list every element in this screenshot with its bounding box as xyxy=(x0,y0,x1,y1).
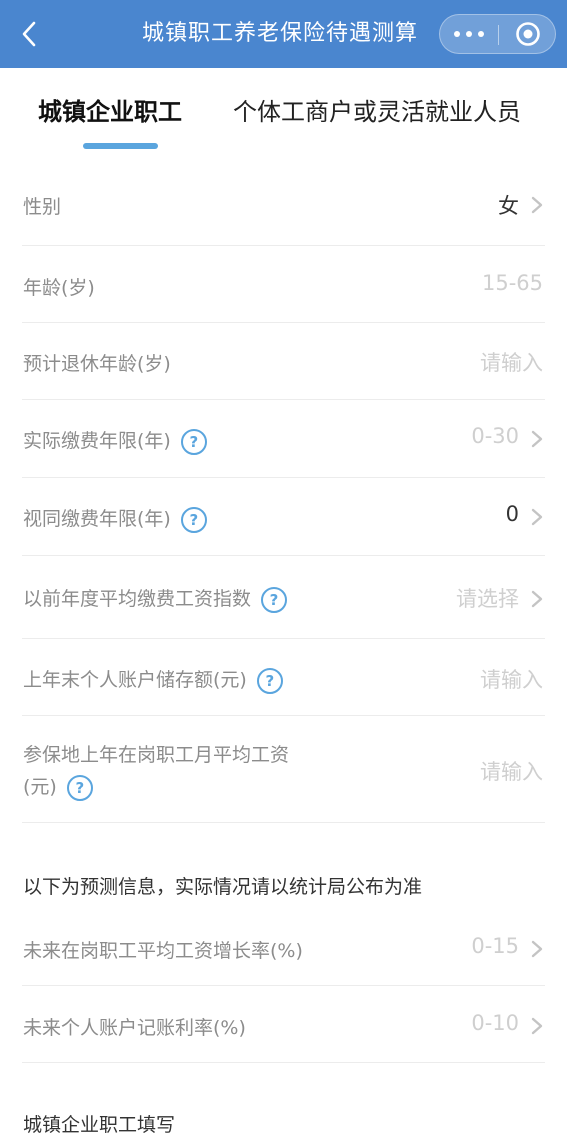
age-input[interactable]: 15-65 xyxy=(482,271,543,295)
wage-index-selector[interactable]: 以前年度平均缴费工资指数? 请选择 xyxy=(22,556,545,639)
age-label: 年龄(岁) xyxy=(23,277,95,299)
help-icon[interactable]: ? xyxy=(256,667,283,694)
local-wage-input-row[interactable]: 参保地上年在岗职工月平均工资 (元)? 请输入 xyxy=(22,716,545,823)
deemed-years-label-text: 视同缴费年限(年) xyxy=(23,508,171,530)
account-balance-input-row[interactable]: 上年末个人账户储存额(元)? 请输入 xyxy=(22,639,545,716)
deemed-years-selector[interactable]: 视同缴费年限(年)? 0 xyxy=(22,478,545,556)
tab-self-employed[interactable]: 个体工商户或灵活就业人员 xyxy=(233,92,521,132)
retire-age-label: 预计退休年龄(岁) xyxy=(23,353,171,375)
local-wage-label-line2: (元)? xyxy=(23,772,93,801)
age-input-row[interactable]: 年龄(岁) 15-65 xyxy=(22,246,545,323)
gender-selector[interactable]: 性别 女 xyxy=(22,166,545,246)
help-icon[interactable]: ? xyxy=(261,586,288,613)
page-title: 城镇职工养老保险待遇测算 xyxy=(141,21,418,46)
chevron-right-icon xyxy=(531,1017,543,1035)
active-tab-indicator xyxy=(83,143,158,149)
retire-age-input-row[interactable]: 预计退休年龄(岁) 请输入 xyxy=(22,323,545,400)
wage-index-label-text: 以前年度平均缴费工资指数 xyxy=(23,588,252,610)
help-icon[interactable]: ? xyxy=(180,506,207,533)
local-wage-label-line1: 参保地上年在岗职工月平均工资 xyxy=(23,744,290,766)
nav-bar: 城镇职工养老保险待遇测算 xyxy=(0,0,567,68)
chevron-left-icon xyxy=(22,21,36,47)
account-balance-input[interactable]: 请输入 xyxy=(480,664,543,694)
gender-label: 性别 xyxy=(23,196,62,218)
chevron-right-icon xyxy=(531,590,543,608)
target-circle-icon xyxy=(516,22,540,46)
interest-rate-label: 未来个人账户记账利率(%) xyxy=(23,1017,246,1039)
close-button[interactable] xyxy=(499,15,557,53)
actual-years-selector[interactable]: 实际缴费年限(年)? 0-30 xyxy=(22,400,545,478)
actual-years-value: 0-30 xyxy=(471,424,519,448)
more-button[interactable] xyxy=(440,15,498,53)
chevron-right-icon xyxy=(531,196,543,214)
retire-age-input[interactable]: 请输入 xyxy=(480,347,543,377)
more-dot xyxy=(466,31,472,37)
interest-rate-selector[interactable]: 未来个人账户记账利率(%) 0-10 xyxy=(22,986,545,1063)
local-wage-input[interactable]: 请输入 xyxy=(480,756,543,786)
forecast-notice: 以下为预测信息，实际情况请以统计局公布为准 xyxy=(23,876,423,898)
gender-value: 女 xyxy=(498,194,519,218)
account-balance-label: 上年末个人账户储存额(元)? xyxy=(23,665,283,694)
actual-years-label: 实际缴费年限(年)? xyxy=(23,426,207,455)
more-dots-icon xyxy=(454,31,460,37)
back-button[interactable] xyxy=(14,18,44,50)
mini-program-capsule xyxy=(439,14,556,54)
account-balance-label-text: 上年末个人账户储存额(元) xyxy=(23,669,247,691)
chevron-right-icon xyxy=(531,430,543,448)
actual-years-label-text: 实际缴费年限(年) xyxy=(23,430,171,452)
wage-growth-selector[interactable]: 未来在岗职工平均工资增长率(%) 0-15 xyxy=(22,908,545,986)
more-dot xyxy=(478,31,484,37)
chevron-right-icon xyxy=(531,940,543,958)
chevron-right-icon xyxy=(531,508,543,526)
deemed-years-value: 0 xyxy=(505,502,519,526)
wage-index-value: 请选择 xyxy=(456,587,519,611)
help-icon[interactable]: ? xyxy=(66,774,93,801)
wage-growth-label: 未来在岗职工平均工资增长率(%) xyxy=(23,940,303,962)
enterprise-section-title: 城镇企业职工填写 xyxy=(23,1114,176,1136)
tab-enterprise-employee[interactable]: 城镇企业职工 xyxy=(38,92,182,132)
local-wage-label-unit: (元) xyxy=(23,776,57,798)
deemed-years-label: 视同缴费年限(年)? xyxy=(23,504,207,533)
interest-rate-value: 0-10 xyxy=(471,1011,519,1035)
wage-index-label: 以前年度平均缴费工资指数? xyxy=(23,584,288,613)
wage-growth-value: 0-15 xyxy=(471,934,519,958)
help-icon[interactable]: ? xyxy=(180,428,207,455)
